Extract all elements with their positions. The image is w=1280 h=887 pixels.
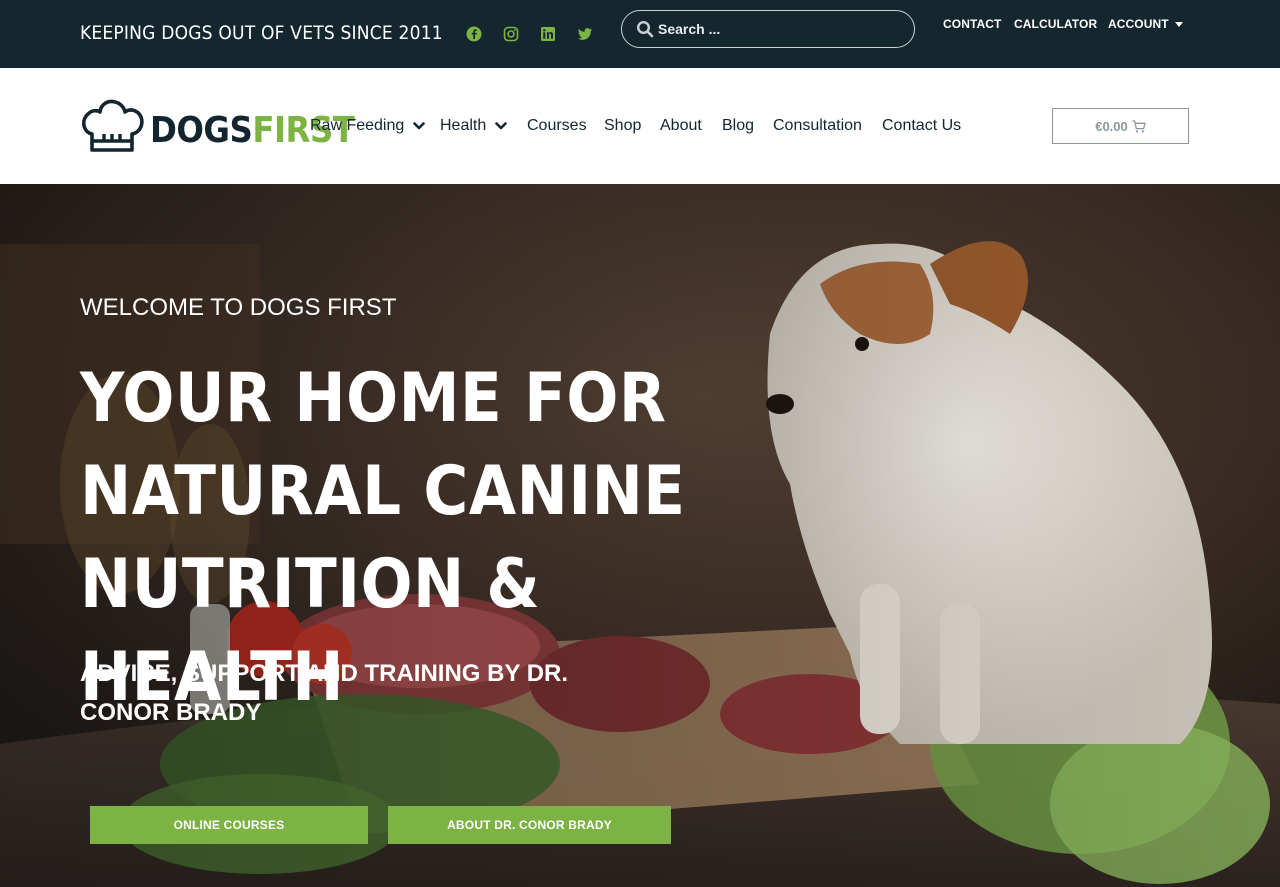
nav-raw-feeding-label: Raw Feeding: [310, 117, 405, 134]
cart-icon: [1132, 119, 1146, 132]
facebook-icon[interactable]: [464, 24, 484, 44]
search-icon[interactable]: [636, 20, 654, 38]
cart-button[interactable]: €0.00: [1052, 108, 1189, 144]
online-courses-button[interactable]: ONLINE COURSES: [90, 806, 368, 844]
about-conor-brady-button[interactable]: ABOUT DR. CONOR BRADY: [388, 806, 671, 844]
logo-word-dogs: DOGS: [150, 110, 253, 151]
chevron-down-icon: [413, 122, 426, 130]
search-input[interactable]: [658, 21, 888, 37]
hero-welcome: WELCOME TO DOGS FIRST: [80, 294, 397, 321]
site-header: DOGSFIRST Raw Feeding Health Courses Sho…: [0, 68, 1280, 184]
nav-health-label: Health: [440, 117, 487, 134]
top-link-account[interactable]: ACCOUNT: [1108, 17, 1183, 31]
top-link-calculator[interactable]: CALCULATOR: [1014, 17, 1097, 31]
nav-contact-us[interactable]: Contact Us: [882, 117, 961, 135]
chef-hat-icon: [82, 99, 144, 152]
hero-section: WELCOME TO DOGS FIRST YOUR HOME FOR NATU…: [0, 184, 1280, 887]
nav-about[interactable]: About: [660, 117, 702, 135]
cart-amount: €0.00: [1095, 118, 1128, 134]
tagline: KEEPING DOGS OUT OF VETS SINCE 2011: [80, 22, 443, 44]
top-link-contact[interactable]: CONTACT: [943, 17, 1001, 31]
nav-courses[interactable]: Courses: [527, 117, 587, 135]
top-bar: KEEPING DOGS OUT OF VETS SINCE 2011 CONT…: [0, 0, 1280, 68]
nav-raw-feeding[interactable]: Raw Feeding: [310, 117, 426, 135]
chevron-down-icon: [495, 122, 508, 130]
instagram-icon[interactable]: [501, 24, 521, 44]
nav-blog[interactable]: Blog: [722, 117, 754, 135]
nav-shop[interactable]: Shop: [604, 117, 641, 135]
hero-subheadline: ADVICE, SUPPORT AND TRAINING BY DR. CONO…: [80, 660, 569, 726]
top-link-account-label: ACCOUNT: [1108, 17, 1169, 31]
linkedin-icon[interactable]: [538, 24, 558, 44]
twitter-icon[interactable]: [575, 24, 595, 44]
nav-consultation[interactable]: Consultation: [773, 117, 862, 135]
caret-down-icon: [1174, 22, 1183, 28]
search-box[interactable]: [621, 10, 915, 48]
nav-health[interactable]: Health: [440, 117, 508, 135]
